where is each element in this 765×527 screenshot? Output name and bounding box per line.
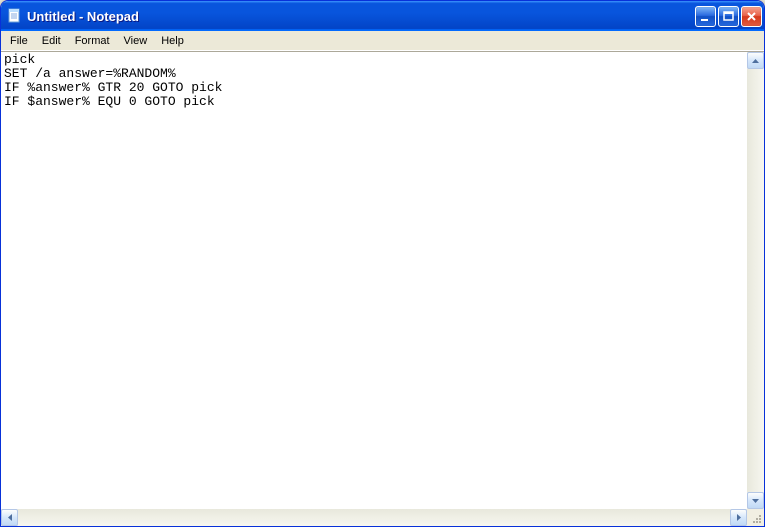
chevron-up-icon	[752, 59, 759, 63]
vertical-scrollbar[interactable]	[747, 52, 764, 509]
menu-file[interactable]: File	[3, 33, 35, 49]
maximize-button[interactable]	[718, 6, 739, 27]
bottom-bar	[1, 509, 764, 526]
vertical-scroll-track[interactable]	[747, 69, 764, 492]
titlebar[interactable]: Untitled - Notepad	[1, 1, 764, 31]
horizontal-scrollbar[interactable]	[1, 509, 747, 526]
menu-view[interactable]: View	[117, 33, 155, 49]
horizontal-scroll-track[interactable]	[18, 509, 730, 526]
resize-grip[interactable]	[747, 509, 764, 526]
window-controls	[695, 6, 762, 27]
chevron-right-icon	[737, 514, 741, 521]
window-title: Untitled - Notepad	[27, 9, 695, 24]
chevron-left-icon	[8, 514, 12, 521]
menubar: File Edit Format View Help	[1, 31, 764, 51]
menu-help[interactable]: Help	[154, 33, 191, 49]
scroll-up-button[interactable]	[747, 52, 764, 69]
notepad-window: Untitled - Notepad File Edit Format View…	[0, 0, 765, 527]
chevron-down-icon	[752, 499, 759, 503]
menu-format[interactable]: Format	[68, 33, 117, 49]
resize-grip-icon	[750, 512, 762, 524]
close-button[interactable]	[741, 6, 762, 27]
scroll-right-button[interactable]	[730, 509, 747, 526]
scroll-left-button[interactable]	[1, 509, 18, 526]
scroll-down-button[interactable]	[747, 492, 764, 509]
notepad-icon	[7, 8, 23, 24]
minimize-button[interactable]	[695, 6, 716, 27]
menu-edit[interactable]: Edit	[35, 33, 68, 49]
client-area	[1, 51, 764, 509]
text-editor[interactable]	[1, 52, 747, 509]
